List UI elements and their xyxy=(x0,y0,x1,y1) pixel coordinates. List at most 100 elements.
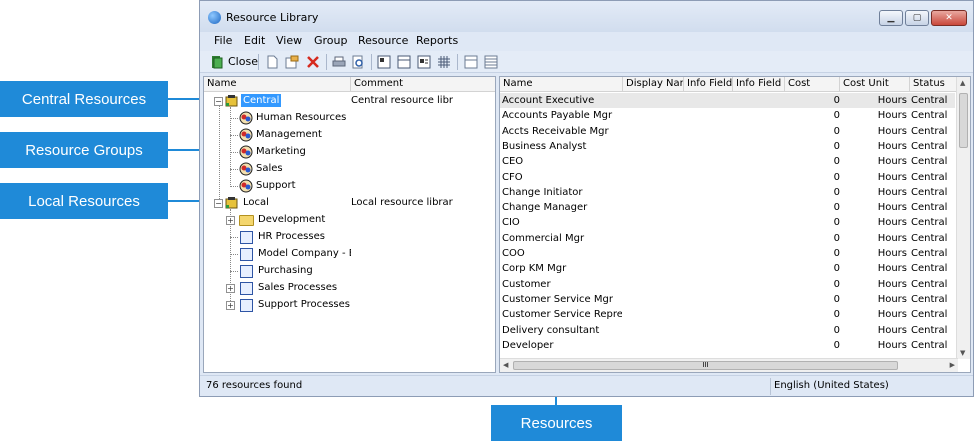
grid-header-status[interactable]: Status xyxy=(910,77,958,92)
close-window-button[interactable]: ✕ xyxy=(931,10,967,26)
menu-reports[interactable]: Reports xyxy=(416,34,458,47)
toolbar: Close xyxy=(200,51,973,73)
table-row[interactable]: Accounts Payable Mgr 0 Hours Central xyxy=(500,108,955,123)
close-button[interactable]: Close xyxy=(228,55,258,68)
cell-name: Business Analyst xyxy=(502,140,587,152)
scroll-up-arrow-icon[interactable]: ▲ xyxy=(960,79,965,87)
tree-node-label: Model Company - Exa xyxy=(258,248,351,259)
table-row[interactable]: Commercial Mgr 0 Hours Central xyxy=(500,231,955,246)
cell-status: Central xyxy=(911,171,948,183)
grid-header-cost[interactable]: Cost xyxy=(785,77,840,92)
vertical-scroll-thumb[interactable] xyxy=(959,93,968,148)
grid-header-cost-unit[interactable]: Cost Unit xyxy=(840,77,910,92)
collapse-expander[interactable]: − xyxy=(214,199,223,208)
table-row[interactable]: Business Analyst 0 Hours Central xyxy=(500,139,955,154)
tree-node-folder[interactable]: + Development xyxy=(204,212,351,229)
table-row[interactable]: COO 0 Hours Central xyxy=(500,246,955,261)
minimize-button[interactable]: ▁ xyxy=(879,10,903,26)
cell-cost-unit: Hours xyxy=(877,186,907,198)
horizontal-scroll-thumb[interactable]: III xyxy=(513,361,898,370)
tree-header-comment[interactable]: Comment xyxy=(351,77,495,92)
tree-node-central[interactable]: − Central Central resource libr xyxy=(204,93,495,110)
table-row[interactable]: Customer 0 Hours Central xyxy=(500,277,955,292)
callout-local-resources: Local Resources xyxy=(0,183,168,219)
scroll-left-arrow-icon[interactable]: ◀ xyxy=(503,361,508,369)
tree-node-process[interactable]: Model Company - Exa xyxy=(204,246,351,263)
grid-header-info-field-2[interactable]: Info Field 2 xyxy=(733,77,785,92)
expand-expander[interactable]: + xyxy=(226,301,235,310)
table-row[interactable]: Account Executive 0 Hours Central xyxy=(500,93,955,109)
scroll-down-arrow-icon[interactable]: ▼ xyxy=(960,349,965,357)
tree-node-local[interactable]: − Local Local resource librar xyxy=(204,195,495,212)
cell-status: Central xyxy=(911,95,948,106)
print-preview-icon[interactable] xyxy=(351,55,365,69)
resource-count-status: 76 resources found xyxy=(206,380,303,391)
delete-icon[interactable] xyxy=(306,55,320,69)
table-row[interactable]: Delivery consultant 0 Hours Central xyxy=(500,323,955,338)
tree-node-label: Support xyxy=(256,180,296,191)
tree-connector xyxy=(230,169,238,170)
table-row[interactable]: Developer 0 Hours Central xyxy=(500,338,955,353)
tree-node-label: Marketing xyxy=(256,146,306,157)
scroll-right-arrow-icon[interactable]: ▶ xyxy=(950,361,955,369)
table-row[interactable]: Change Manager 0 Hours Central xyxy=(500,200,955,215)
maximize-button[interactable]: ▢ xyxy=(905,10,929,26)
cell-status: Central xyxy=(911,309,948,321)
tree-node-group[interactable]: Marketing xyxy=(204,144,351,161)
menu-group[interactable]: Group xyxy=(314,34,348,47)
split-pane-icon[interactable] xyxy=(464,55,478,69)
tree-node-group[interactable]: Management xyxy=(204,127,351,144)
expand-expander[interactable]: + xyxy=(226,284,235,293)
print-icon[interactable] xyxy=(332,55,346,69)
import-icon[interactable] xyxy=(377,55,391,69)
tree-node-process[interactable]: HR Processes xyxy=(204,229,351,246)
tree-node-label: Local xyxy=(243,197,269,208)
menu-file[interactable]: File xyxy=(214,34,232,47)
cell-cost: 0 xyxy=(833,202,840,214)
cell-cost-unit: Hours xyxy=(877,156,907,168)
resource-group-icon xyxy=(239,179,253,193)
table-row[interactable]: CEO 0 Hours Central xyxy=(500,154,955,169)
table-row[interactable]: Change Initiator 0 Hours Central xyxy=(500,185,955,200)
horizontal-scrollbar[interactable]: ◀ III ▶ xyxy=(500,358,958,372)
table-row[interactable]: Customer Service Represen 0 Hours Centra… xyxy=(500,307,955,322)
detail-view-icon[interactable] xyxy=(417,55,431,69)
app-icon xyxy=(208,11,221,24)
grid-view-icon[interactable] xyxy=(437,55,451,69)
close-book-icon[interactable] xyxy=(210,55,224,69)
grid-header-name[interactable]: Name xyxy=(500,77,623,92)
tree-node-process[interactable]: Purchasing xyxy=(204,263,351,280)
table-row[interactable]: Corp KM Mgr 0 Hours Central xyxy=(500,261,955,276)
collapse-expander[interactable]: − xyxy=(214,97,223,106)
cell-status: Central xyxy=(911,217,948,229)
new-document-icon[interactable] xyxy=(265,55,279,69)
grid-header-info-field[interactable]: Info Field xyxy=(684,77,733,92)
menu-view[interactable]: View xyxy=(276,34,302,47)
table-row[interactable]: Accts Receivable Mgr 0 Hours Central xyxy=(500,124,955,139)
tree-node-group[interactable]: Human Resources xyxy=(204,110,351,127)
cell-status: Central xyxy=(911,156,948,168)
menu-resource[interactable]: Resource xyxy=(358,34,408,47)
vertical-scrollbar[interactable]: ▲ ▼ xyxy=(956,77,970,359)
tree-node-group[interactable]: Support xyxy=(204,178,351,195)
resource-group-icon xyxy=(239,128,253,142)
tree-header-name[interactable]: Name xyxy=(204,77,351,92)
form-view-icon[interactable] xyxy=(397,55,411,69)
list-pane-icon[interactable] xyxy=(484,55,498,69)
cell-status: Central xyxy=(911,140,948,152)
tree-connector xyxy=(230,271,238,272)
tree-node-process[interactable]: + Sales Processes xyxy=(204,280,351,297)
cell-name: Customer Service Represen xyxy=(502,309,622,321)
menu-edit[interactable]: Edit xyxy=(244,34,265,47)
table-row[interactable]: Customer Service Mgr 0 Hours Central xyxy=(500,292,955,307)
table-row[interactable]: CFO 0 Hours Central xyxy=(500,170,955,185)
process-icon xyxy=(240,248,253,261)
grid-header-display-name[interactable]: Display Name xyxy=(623,77,684,92)
properties-icon[interactable] xyxy=(285,55,299,69)
expand-expander[interactable]: + xyxy=(226,216,235,225)
tree-node-group[interactable]: Sales xyxy=(204,161,351,178)
tree-node-process[interactable]: + Support Processes xyxy=(204,297,351,314)
table-row[interactable]: CIO 0 Hours Central xyxy=(500,215,955,230)
tree-node-label: Central xyxy=(241,94,282,107)
tree-connector xyxy=(230,135,238,136)
